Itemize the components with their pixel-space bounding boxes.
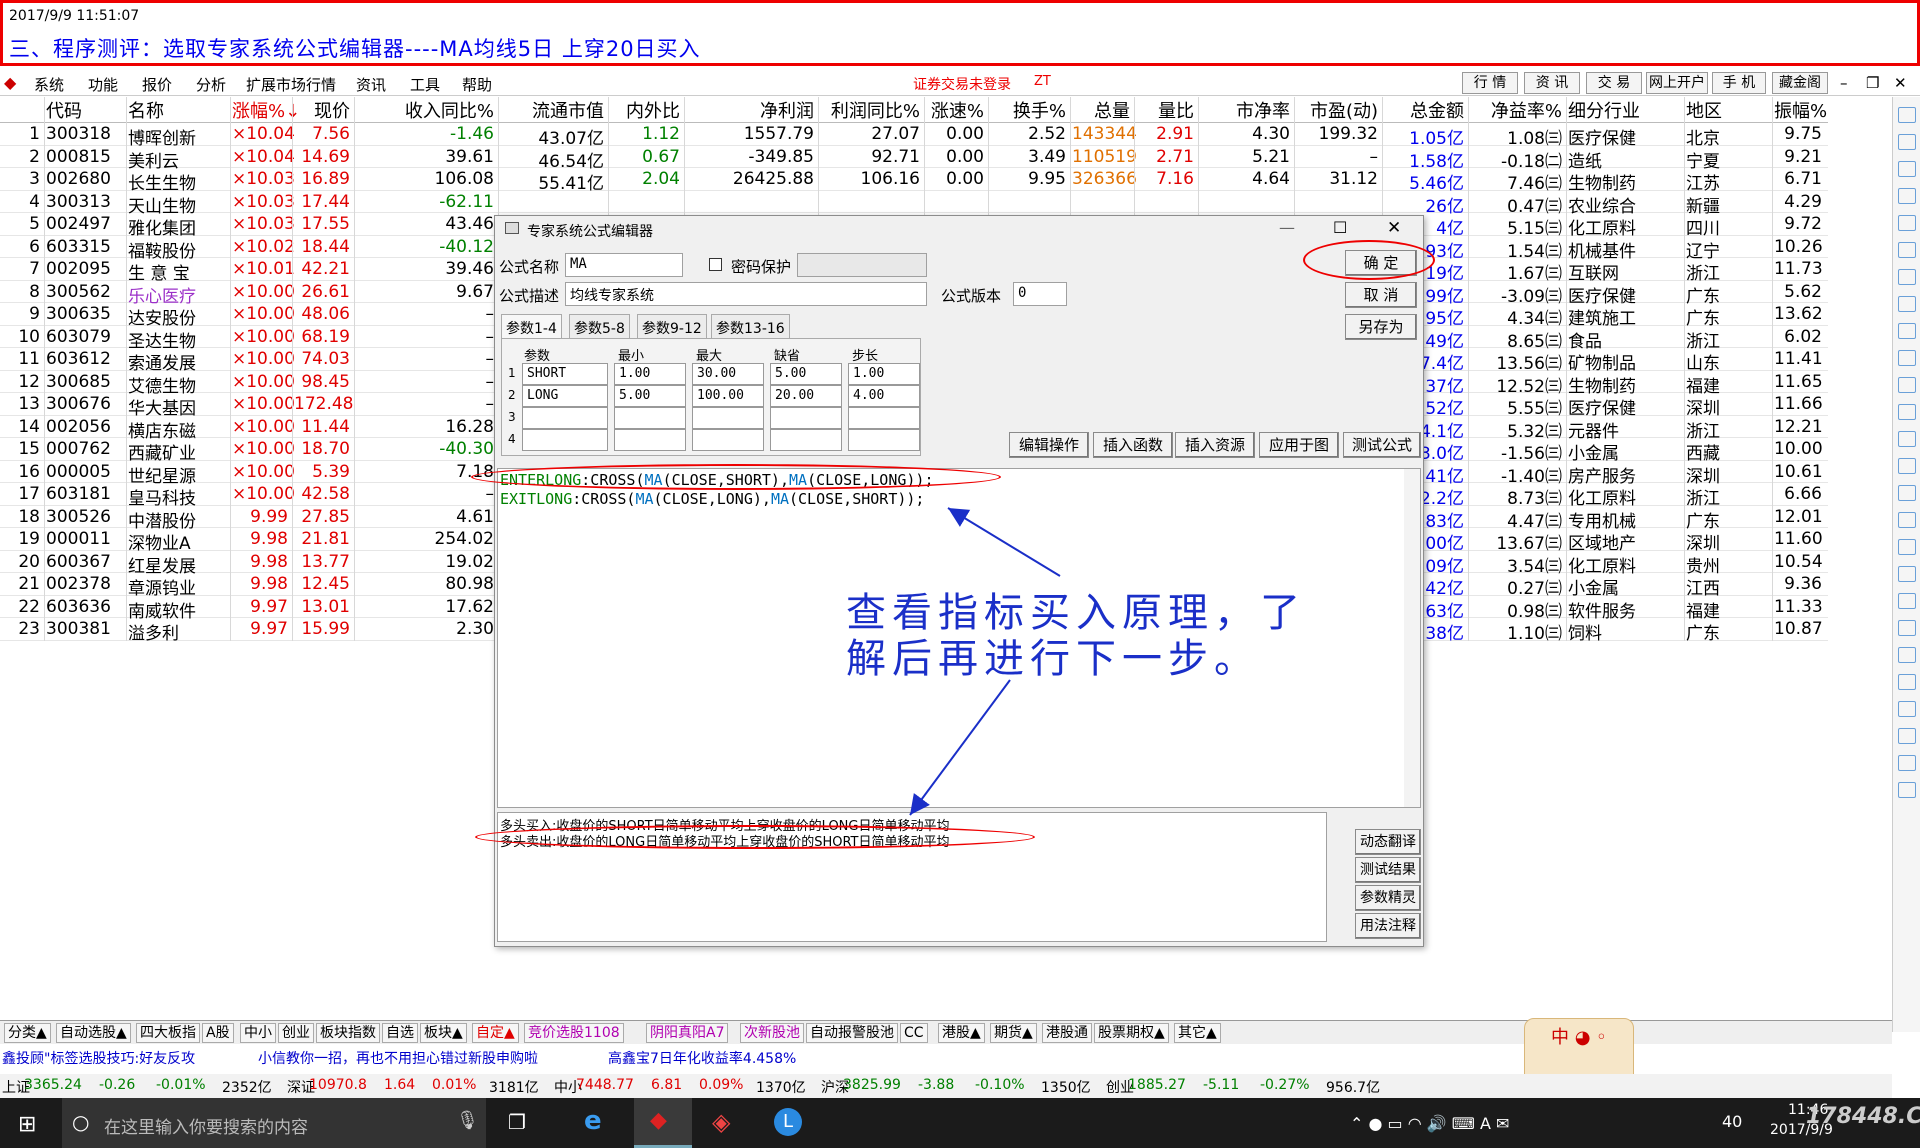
tray-number: 40	[1722, 1112, 1743, 1131]
bottom-tab[interactable]: 中小	[240, 1023, 276, 1043]
bottom-tab[interactable]: 自动报警股池	[806, 1023, 898, 1043]
search-icon: ○	[72, 1110, 90, 1134]
index-value: 1.64	[384, 1077, 416, 1093]
ticker-item-2[interactable]: 小信教你一招，再也不用担心错过新股申购啦	[258, 1048, 538, 1068]
bottom-tab[interactable]: 自动选股▲	[56, 1023, 131, 1043]
microphone-icon[interactable]: 🎙	[456, 1110, 479, 1131]
mascot-label: 中 ◕ ◦	[1551, 1027, 1607, 1048]
task-view-icon[interactable]: ❐	[508, 1110, 526, 1134]
index-value: 1370亿	[756, 1080, 806, 1096]
index-status-bar: 上证 3365.24 -0.26 -0.01% 2352亿 深证 10970.8 1.64 0.…	[0, 1074, 1892, 1098]
bottom-tab[interactable]: 港股通	[1042, 1023, 1092, 1043]
index-value: 1885.27	[1128, 1077, 1186, 1093]
annotation-arrows	[909, 507, 1061, 816]
bottom-tab[interactable]: 股票期权▲	[1094, 1023, 1169, 1043]
index-value: 956.7亿	[1326, 1080, 1381, 1096]
tray-icons[interactable]: ⌃ ● ▭ ◠ 🔊 ⌨ A ✉	[1350, 1114, 1509, 1133]
index-value: -0.26	[99, 1077, 136, 1093]
app-icon-3[interactable]: L	[774, 1108, 802, 1136]
index-value: -5.11	[1203, 1077, 1240, 1093]
app-icon-2[interactable]: ◈	[712, 1108, 730, 1136]
bottom-tab[interactable]: 自选	[382, 1023, 418, 1043]
index-value: 2352亿	[222, 1080, 272, 1096]
index-value: 0.09%	[699, 1077, 744, 1093]
index-value: -3.88	[918, 1077, 955, 1093]
index-value: 3825.99	[843, 1077, 901, 1093]
index-value: -0.27%	[1260, 1077, 1310, 1093]
windows-start-icon[interactable]: ⊞	[18, 1112, 36, 1137]
watermark: 178448.COM	[1806, 1104, 1920, 1129]
bottom-tab[interactable]: 竞价选股1108	[524, 1023, 624, 1043]
ticker-item-3[interactable]: 高鑫宝7日年化收益率4.458%	[608, 1048, 796, 1068]
index-value: 6.81	[651, 1077, 683, 1093]
index-value: -0.10%	[975, 1077, 1025, 1093]
taskbar-search-text: 在这里输入你要搜索的内容	[104, 1118, 308, 1138]
bottom-tab[interactable]: 板块指数	[316, 1023, 380, 1043]
bottom-tab[interactable]: 四大板指	[136, 1023, 200, 1043]
stock-app-taskbar-icon[interactable]: ◆	[634, 1098, 692, 1148]
bottom-tab[interactable]: 期货▲	[990, 1023, 1037, 1043]
windows-taskbar: ⊞ ○ 在这里输入你要搜索的内容 🎙 ❐ e ◆ ◈ L ⌃ ● ▭ ◠ 🔊 ⌨…	[0, 1098, 1920, 1148]
index-value: 3181亿	[489, 1080, 539, 1096]
index-value: 1350亿	[1041, 1080, 1091, 1096]
bottom-tab[interactable]: 板块▲	[420, 1023, 467, 1043]
bottom-tab[interactable]: 创业	[278, 1023, 314, 1043]
ticker-item-1[interactable]: 鑫投顾"标签选股技巧:好友反攻	[2, 1048, 195, 1068]
bottom-tab[interactable]: 港股▲	[938, 1023, 985, 1043]
index-value: 10970.8	[309, 1077, 367, 1093]
edge-browser-icon[interactable]: e	[584, 1106, 602, 1136]
bottom-tab[interactable]: A股	[202, 1023, 234, 1043]
bottom-tab[interactable]: CC	[900, 1023, 928, 1043]
arrow-to-description	[909, 679, 1011, 816]
bottom-tab[interactable]: 自定▲	[472, 1023, 519, 1043]
index-value: 3365.24	[24, 1077, 82, 1093]
index-value: -0.01%	[156, 1077, 206, 1093]
bottom-tab[interactable]: 分类▲	[4, 1023, 51, 1043]
arrow-to-code	[947, 507, 1061, 577]
news-ticker: 鑫投顾"标签选股技巧:好友反攻 小信教你一招，再也不用担心错过新股申购啦 高鑫宝…	[0, 1046, 1620, 1068]
bottom-tab[interactable]: 次新股池	[740, 1023, 804, 1043]
bottom-tab[interactable]: 其它▲	[1174, 1023, 1221, 1043]
index-value: 0.01%	[432, 1077, 477, 1093]
index-value: 7448.77	[576, 1077, 634, 1093]
taskbar-search-box[interactable]: ○ 在这里输入你要搜索的内容 🎙	[62, 1098, 486, 1148]
bottom-tab[interactable]: 阴阳真阳A7	[646, 1023, 729, 1043]
